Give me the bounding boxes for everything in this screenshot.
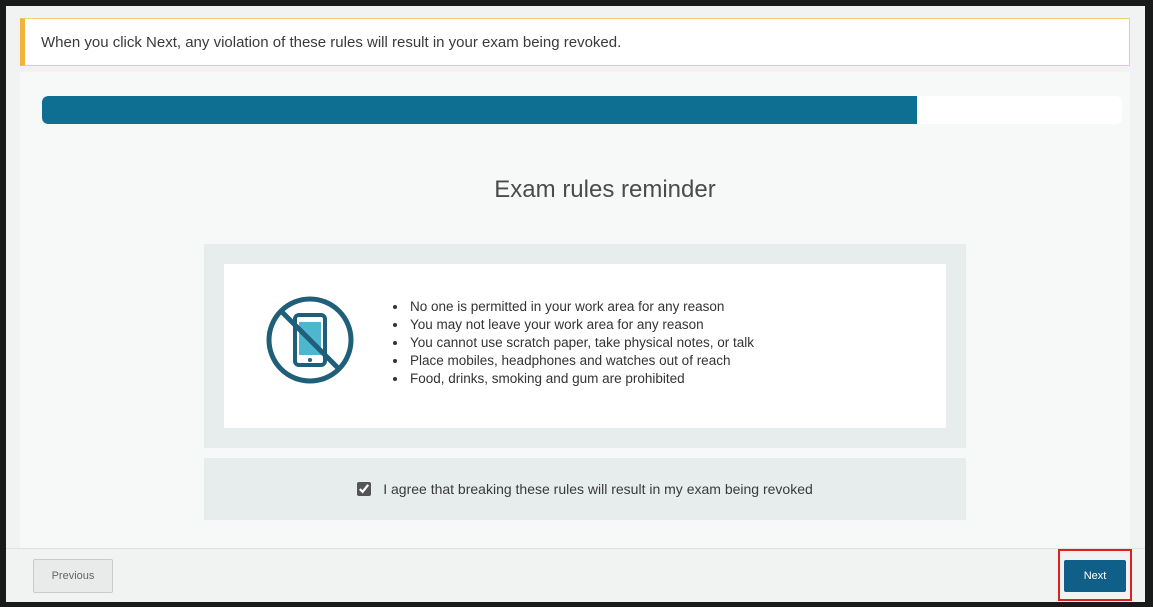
agree-label[interactable]: I agree that breaking these rules will r… [383,481,813,497]
progress-bar-fill [42,96,917,124]
rules-list: No one is permitted in your work area fo… [394,298,754,388]
rule-item: Place mobiles, headphones and watches ou… [408,352,754,370]
rule-item: You cannot use scratch paper, take physi… [408,334,754,352]
agreement-panel: I agree that breaking these rules will r… [204,458,966,520]
rules-panel: No one is permitted in your work area fo… [204,244,966,448]
warning-banner: When you click Next, any violation of th… [20,18,1130,66]
next-button[interactable]: Next [1064,560,1126,592]
previous-button[interactable]: Previous [33,559,113,593]
progress-bar [42,96,1122,124]
rule-item: No one is permitted in your work area fo… [408,298,754,316]
no-phone-icon [266,296,354,384]
warning-banner-text: When you click Next, any violation of th… [41,33,622,51]
page-title: Exam rules reminder [494,176,716,203]
rule-item: Food, drinks, smoking and gum are prohib… [408,370,754,388]
app-frame: When you click Next, any violation of th… [6,6,1145,602]
agree-checkbox[interactable] [357,482,372,496]
content-area: Exam rules reminder No one is permitted … [20,72,1130,548]
footer-bar: Previous Next [6,548,1145,602]
rule-item: You may not leave your work area for any… [408,316,754,334]
rules-card: No one is permitted in your work area fo… [224,264,946,428]
